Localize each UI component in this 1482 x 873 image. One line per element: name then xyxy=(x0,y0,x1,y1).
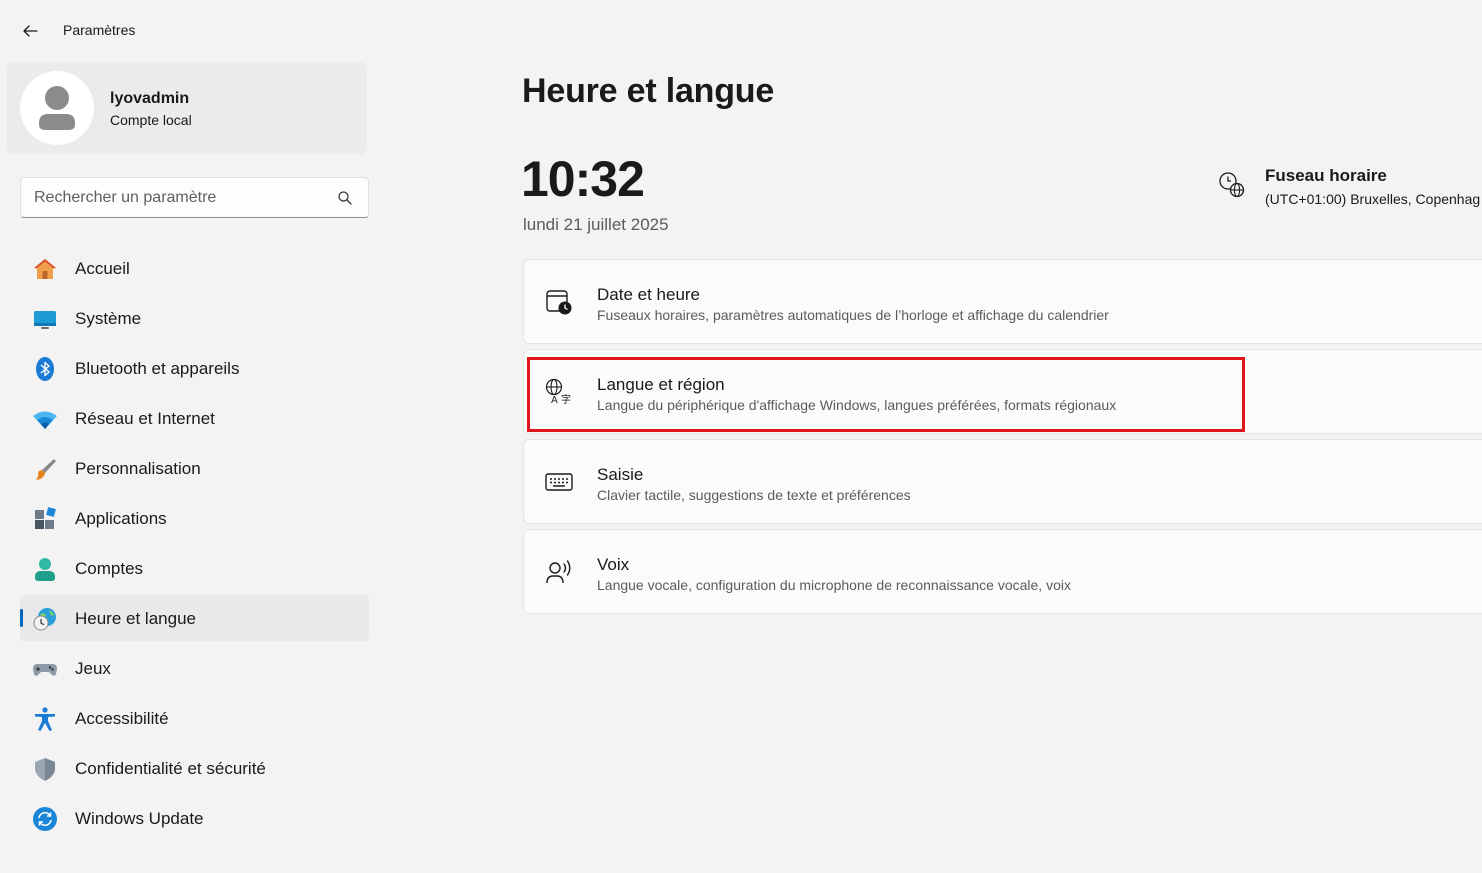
app-title: Paramètres xyxy=(63,22,136,38)
back-arrow-icon xyxy=(23,25,38,37)
card-subtitle: Langue du périphérique d'affichage Windo… xyxy=(597,397,1117,413)
profile-account-type: Compte local xyxy=(110,112,192,128)
sidebar-item-applications[interactable]: Applications xyxy=(20,495,369,541)
sidebar-item-confidentialite[interactable]: Confidentialité et sécurité xyxy=(20,745,369,791)
apps-icon xyxy=(35,507,56,529)
sidebar-item-reseau[interactable]: Réseau et Internet xyxy=(20,395,369,441)
sidebar-item-accessibilite[interactable]: Accessibilité xyxy=(20,695,369,741)
search-input[interactable] xyxy=(34,186,324,210)
card-title: Voix xyxy=(597,555,630,574)
sidebar-item-label: Confidentialité et sécurité xyxy=(75,759,266,778)
home-icon xyxy=(34,259,56,279)
svg-text:字: 字 xyxy=(561,393,571,406)
card-title: Langue et région xyxy=(597,375,725,394)
timezone-icon xyxy=(1219,172,1245,198)
keyboard-icon xyxy=(545,473,573,491)
gamepad-icon xyxy=(33,664,57,676)
sidebar-item-label: Accessibilité xyxy=(75,709,169,728)
sidebar-item-label: Réseau et Internet xyxy=(75,409,215,428)
sidebar-item-label: Bluetooth et appareils xyxy=(75,359,240,378)
search-icon[interactable] xyxy=(337,190,353,206)
sidebar-item-label: Heure et langue xyxy=(75,609,196,628)
back-button[interactable] xyxy=(14,16,46,46)
sidebar-item-comptes[interactable]: Comptes xyxy=(20,545,369,591)
card-subtitle: Clavier tactile, suggestions de texte et… xyxy=(597,487,911,503)
sidebar-item-bluetooth[interactable]: Bluetooth et appareils xyxy=(20,345,369,391)
sidebar-item-heure-langue[interactable]: Heure et langue xyxy=(20,595,369,641)
current-time: 10:32 xyxy=(521,151,645,207)
calendar-clock-icon xyxy=(546,290,572,315)
bluetooth-icon xyxy=(36,357,54,381)
svg-text:A: A xyxy=(551,395,558,406)
title-bar: Paramètres xyxy=(0,0,1482,60)
search-box[interactable] xyxy=(20,177,369,218)
language-icon: A 字 xyxy=(545,378,571,406)
timezone-value: (UTC+01:00) Bruxelles, Copenhag xyxy=(1265,191,1481,207)
sidebar-item-windows-update[interactable]: Windows Update xyxy=(20,795,369,841)
display-icon xyxy=(34,311,56,329)
page-title: Heure et langue xyxy=(522,72,775,110)
sidebar-item-systeme[interactable]: Système xyxy=(20,295,369,341)
sidebar-item-personnalisation[interactable]: Personnalisation xyxy=(20,445,369,491)
globe-clock-icon xyxy=(33,608,56,631)
card-langue-region[interactable]: A 字 Langue et région Langue du périphéri… xyxy=(523,349,1482,434)
sidebar-item-accueil[interactable]: Accueil xyxy=(20,245,369,291)
sidebar-item-label: Personnalisation xyxy=(75,459,201,478)
brush-icon xyxy=(36,459,56,480)
accessibility-icon xyxy=(35,707,55,731)
timezone-title: Fuseau horaire xyxy=(1265,166,1387,185)
card-title: Date et heure xyxy=(597,285,701,304)
card-date-heure[interactable]: Date et heure Fuseaux horaires, paramètr… xyxy=(523,259,1482,344)
avatar xyxy=(20,71,94,145)
speech-icon xyxy=(546,560,571,584)
shield-icon xyxy=(35,758,55,781)
update-icon xyxy=(33,807,57,831)
sidebar-item-label: Jeux xyxy=(75,659,111,678)
person-icon xyxy=(35,558,55,581)
person-avatar-icon xyxy=(39,86,75,130)
sidebar-item-label: Accueil xyxy=(75,259,130,278)
profile-name: lyovadmin xyxy=(110,90,190,107)
sidebar-nav: Accueil Système Bluetooth et appareils R… xyxy=(20,245,369,845)
card-saisie[interactable]: Saisie Clavier tactile, suggestions de t… xyxy=(523,439,1482,524)
card-subtitle: Langue vocale, configuration du micropho… xyxy=(597,577,1071,593)
sidebar-item-label: Système xyxy=(75,309,142,328)
wifi-icon xyxy=(33,411,57,429)
current-date: lundi 21 juillet 2025 xyxy=(523,215,669,234)
sidebar-item-jeux[interactable]: Jeux xyxy=(20,645,369,691)
card-title: Saisie xyxy=(597,465,644,484)
card-voix[interactable]: Voix Langue vocale, configuration du mic… xyxy=(523,529,1482,614)
card-subtitle: Fuseaux horaires, paramètres automatique… xyxy=(597,307,1109,323)
sidebar-item-label: Windows Update xyxy=(75,809,204,828)
profile-card[interactable]: lyovadmin Compte local xyxy=(7,62,367,154)
sidebar-item-label: Comptes xyxy=(75,559,144,578)
sidebar-item-label: Applications xyxy=(75,509,167,528)
